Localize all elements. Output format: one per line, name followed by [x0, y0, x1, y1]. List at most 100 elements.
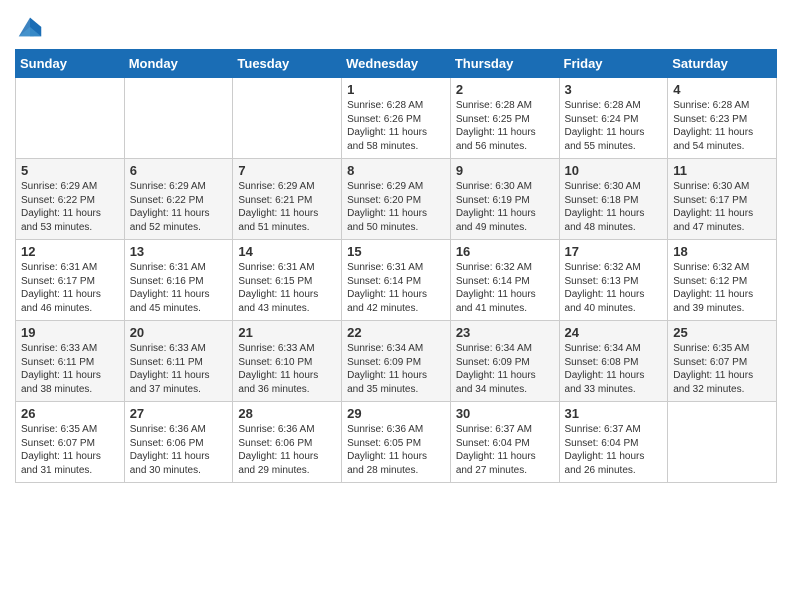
weekday-header-friday: Friday — [559, 50, 668, 78]
calendar-cell: 17Sunrise: 6:32 AMSunset: 6:13 PMDayligh… — [559, 240, 668, 321]
calendar-cell: 2 Sunrise: 6:28 AMSunset: 6:25 PMDaylight… — [450, 78, 559, 159]
calendar-cell: 24 Sunrise: 6:34 AMSunset: 6:08 PMDayligh… — [559, 321, 668, 402]
calendar-cell — [233, 78, 342, 159]
day-info: Sunrise: 6:30 AMSunset: 6:19 PMDaylight:… — [456, 180, 554, 234]
day-number: 7 — [238, 163, 336, 178]
day-number: 9 — [456, 163, 554, 178]
calendar-cell — [668, 402, 777, 483]
day-info: Sunrise: 6:33 AMSunset: 6:11 PMDaylight:… — [130, 342, 228, 396]
calendar-cell: 25 Sunrise: 6:35 AMSunset: 6:07 PMDayligh… — [668, 321, 777, 402]
day-info: Sunrise: 6:32 AMSunset: 6:13 PMDaylight:… — [565, 261, 663, 315]
day-number: 23 — [456, 325, 554, 340]
day-number: 20 — [130, 325, 228, 340]
calendar-cell: 23 Sunrise: 6:34 AMSunset: 6:09 PMDayligh… — [450, 321, 559, 402]
day-number: 22 — [347, 325, 445, 340]
calendar-week-3: 12 Sunrise: 6:31 AMSunset: 6:17 PMDayligh… — [16, 240, 777, 321]
day-info: Sunrise: 6:35 AMSunset: 6:07 PMDaylight:… — [21, 423, 119, 477]
logo-icon — [15, 13, 45, 41]
day-number: 15 — [347, 244, 445, 259]
calendar-cell: 4 Sunrise: 6:28 AMSunset: 6:23 PMDaylight… — [668, 78, 777, 159]
calendar-cell: 10Sunrise: 6:30 AMSunset: 6:18 PMDayligh… — [559, 159, 668, 240]
day-number: 12 — [21, 244, 119, 259]
day-info: Sunrise: 6:28 AMSunset: 6:25 PMDaylight:… — [456, 99, 554, 153]
calendar-cell: 11 Sunrise: 6:30 AMSunset: 6:17 PMDayligh… — [668, 159, 777, 240]
day-number: 5 — [21, 163, 119, 178]
day-number: 6 — [130, 163, 228, 178]
day-info: Sunrise: 6:28 AMSunset: 6:26 PMDaylight:… — [347, 99, 445, 153]
calendar-cell: 7 Sunrise: 6:29 AMSunset: 6:21 PMDaylight… — [233, 159, 342, 240]
weekday-header-monday: Monday — [124, 50, 233, 78]
day-info: Sunrise: 6:29 AMSunset: 6:22 PMDaylight:… — [130, 180, 228, 234]
day-info: Sunrise: 6:29 AMSunset: 6:21 PMDaylight:… — [238, 180, 336, 234]
day-info: Sunrise: 6:29 AMSunset: 6:22 PMDaylight:… — [21, 180, 119, 234]
day-info: Sunrise: 6:37 AMSunset: 6:04 PMDaylight:… — [456, 423, 554, 477]
weekday-header-thursday: Thursday — [450, 50, 559, 78]
day-number: 16 — [456, 244, 554, 259]
day-info: Sunrise: 6:31 AMSunset: 6:16 PMDaylight:… — [130, 261, 228, 315]
calendar-week-2: 5 Sunrise: 6:29 AMSunset: 6:22 PMDaylight… — [16, 159, 777, 240]
calendar-cell: 26 Sunrise: 6:35 AMSunset: 6:07 PMDayligh… — [16, 402, 125, 483]
calendar-table: SundayMondayTuesdayWednesdayThursdayFrid… — [15, 49, 777, 483]
calendar-cell: 3 Sunrise: 6:28 AMSunset: 6:24 PMDaylight… — [559, 78, 668, 159]
day-info: Sunrise: 6:36 AMSunset: 6:06 PMDaylight:… — [130, 423, 228, 477]
calendar-cell — [124, 78, 233, 159]
calendar-week-5: 26 Sunrise: 6:35 AMSunset: 6:07 PMDayligh… — [16, 402, 777, 483]
day-info: Sunrise: 6:34 AMSunset: 6:08 PMDaylight:… — [565, 342, 663, 396]
calendar-cell: 1 Sunrise: 6:28 AMSunset: 6:26 PMDaylight… — [342, 78, 451, 159]
day-info: Sunrise: 6:37 AMSunset: 6:04 PMDaylight:… — [565, 423, 663, 477]
day-number: 1 — [347, 82, 445, 97]
day-info: Sunrise: 6:28 AMSunset: 6:23 PMDaylight:… — [673, 99, 771, 153]
day-info: Sunrise: 6:31 AMSunset: 6:15 PMDaylight:… — [238, 261, 336, 315]
day-number: 24 — [565, 325, 663, 340]
day-number: 19 — [21, 325, 119, 340]
calendar-week-1: 1 Sunrise: 6:28 AMSunset: 6:26 PMDaylight… — [16, 78, 777, 159]
day-info: Sunrise: 6:29 AMSunset: 6:20 PMDaylight:… — [347, 180, 445, 234]
calendar-cell: 20 Sunrise: 6:33 AMSunset: 6:11 PMDayligh… — [124, 321, 233, 402]
day-info: Sunrise: 6:31 AMSunset: 6:17 PMDaylight:… — [21, 261, 119, 315]
day-info: Sunrise: 6:32 AMSunset: 6:12 PMDaylight:… — [673, 261, 771, 315]
calendar-cell: 14 Sunrise: 6:31 AMSunset: 6:15 PMDayligh… — [233, 240, 342, 321]
day-number: 14 — [238, 244, 336, 259]
day-info: Sunrise: 6:32 AMSunset: 6:14 PMDaylight:… — [456, 261, 554, 315]
calendar-cell: 29Sunrise: 6:36 AMSunset: 6:05 PMDayligh… — [342, 402, 451, 483]
day-number: 30 — [456, 406, 554, 421]
calendar-header-row: SundayMondayTuesdayWednesdayThursdayFrid… — [16, 50, 777, 78]
calendar-cell: 15Sunrise: 6:31 AMSunset: 6:14 PMDayligh… — [342, 240, 451, 321]
calendar-cell: 21 Sunrise: 6:33 AMSunset: 6:10 PMDayligh… — [233, 321, 342, 402]
day-number: 25 — [673, 325, 771, 340]
day-number: 2 — [456, 82, 554, 97]
calendar-week-4: 19 Sunrise: 6:33 AMSunset: 6:11 PMDayligh… — [16, 321, 777, 402]
day-number: 8 — [347, 163, 445, 178]
day-info: Sunrise: 6:33 AMSunset: 6:10 PMDaylight:… — [238, 342, 336, 396]
day-info: Sunrise: 6:34 AMSunset: 6:09 PMDaylight:… — [347, 342, 445, 396]
weekday-header-wednesday: Wednesday — [342, 50, 451, 78]
day-number: 3 — [565, 82, 663, 97]
calendar-cell: 5 Sunrise: 6:29 AMSunset: 6:22 PMDaylight… — [16, 159, 125, 240]
day-info: Sunrise: 6:28 AMSunset: 6:24 PMDaylight:… — [565, 99, 663, 153]
day-number: 28 — [238, 406, 336, 421]
day-number: 4 — [673, 82, 771, 97]
logo — [15, 15, 47, 41]
calendar-cell: 27Sunrise: 6:36 AMSunset: 6:06 PMDayligh… — [124, 402, 233, 483]
day-info: Sunrise: 6:36 AMSunset: 6:05 PMDaylight:… — [347, 423, 445, 477]
day-number: 21 — [238, 325, 336, 340]
day-number: 31 — [565, 406, 663, 421]
day-info: Sunrise: 6:34 AMSunset: 6:09 PMDaylight:… — [456, 342, 554, 396]
day-info: Sunrise: 6:36 AMSunset: 6:06 PMDaylight:… — [238, 423, 336, 477]
day-number: 26 — [21, 406, 119, 421]
day-info: Sunrise: 6:35 AMSunset: 6:07 PMDaylight:… — [673, 342, 771, 396]
day-info: Sunrise: 6:30 AMSunset: 6:18 PMDaylight:… — [565, 180, 663, 234]
day-info: Sunrise: 6:30 AMSunset: 6:17 PMDaylight:… — [673, 180, 771, 234]
calendar-cell: 31 Sunrise: 6:37 AMSunset: 6:04 PMDayligh… — [559, 402, 668, 483]
calendar-cell: 30 Sunrise: 6:37 AMSunset: 6:04 PMDayligh… — [450, 402, 559, 483]
day-number: 11 — [673, 163, 771, 178]
calendar-cell: 22 Sunrise: 6:34 AMSunset: 6:09 PMDayligh… — [342, 321, 451, 402]
calendar-cell: 6 Sunrise: 6:29 AMSunset: 6:22 PMDaylight… — [124, 159, 233, 240]
header — [15, 10, 777, 41]
weekday-header-saturday: Saturday — [668, 50, 777, 78]
day-number: 13 — [130, 244, 228, 259]
calendar-cell: 8 Sunrise: 6:29 AMSunset: 6:20 PMDaylight… — [342, 159, 451, 240]
weekday-header-tuesday: Tuesday — [233, 50, 342, 78]
day-info: Sunrise: 6:33 AMSunset: 6:11 PMDaylight:… — [21, 342, 119, 396]
calendar-cell: 19 Sunrise: 6:33 AMSunset: 6:11 PMDayligh… — [16, 321, 125, 402]
